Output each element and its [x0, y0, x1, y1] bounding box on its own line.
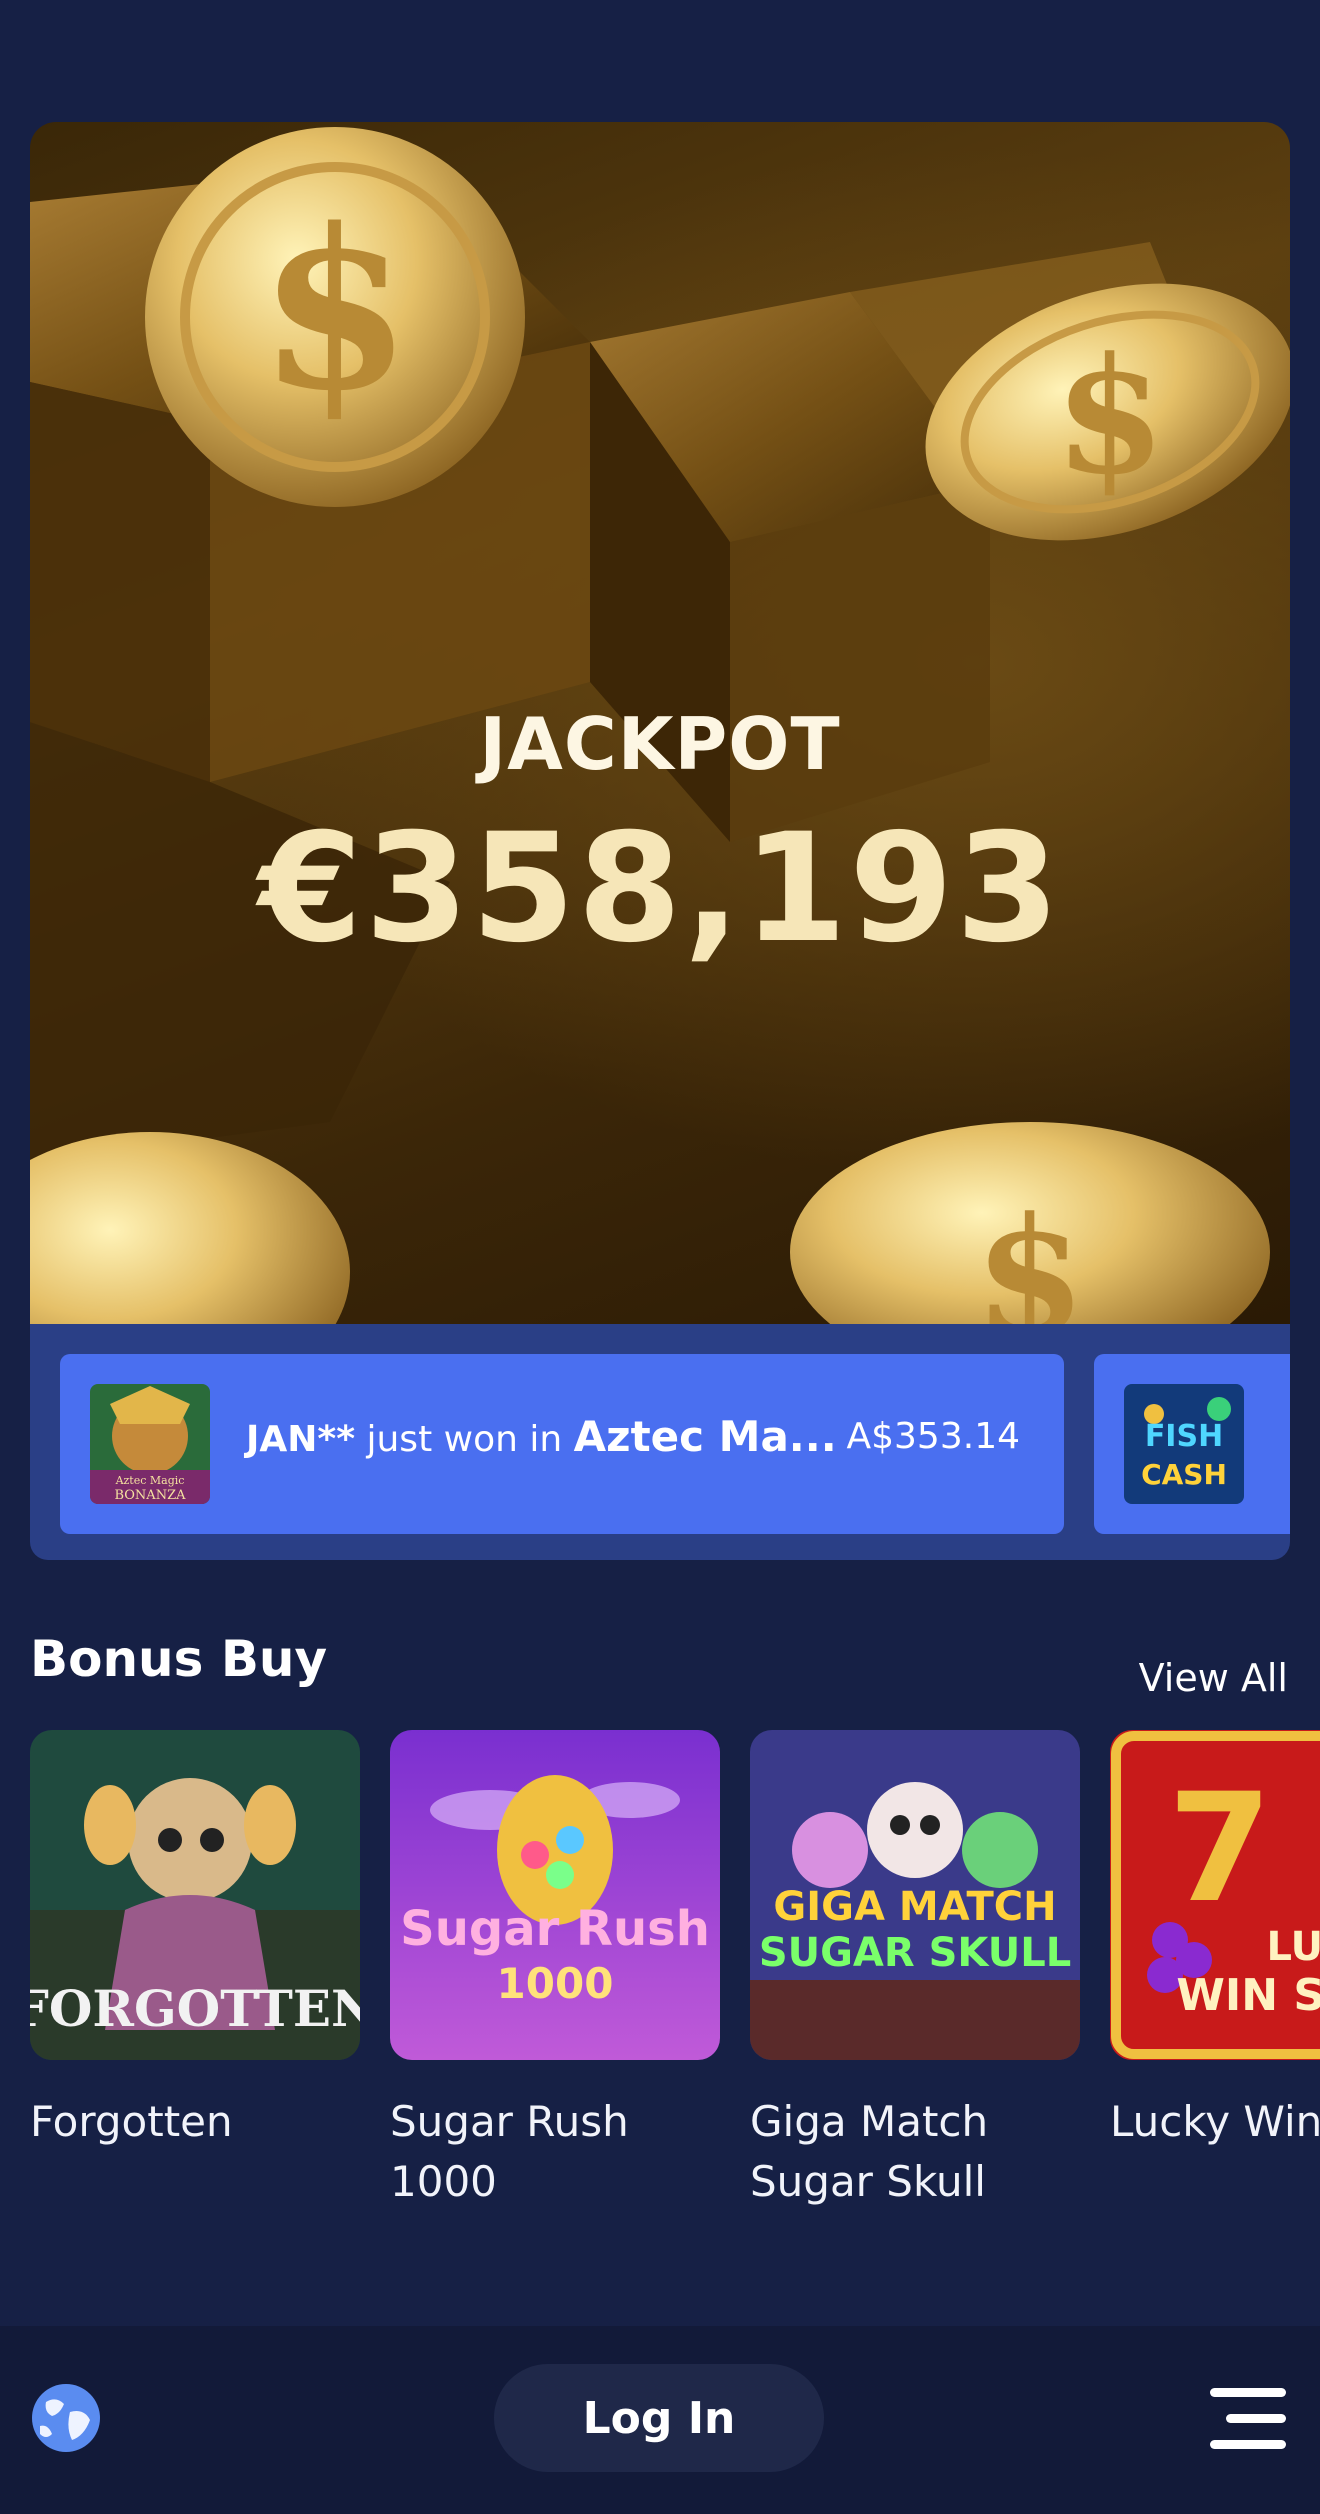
svg-text:$: $: [258, 180, 411, 439]
jackpot-amount: €358,193: [258, 802, 1062, 976]
jackpot-label: JACKPOT: [479, 702, 841, 786]
svg-text:$: $: [974, 1182, 1085, 1324]
winner-amount: A$353.14: [846, 1416, 1021, 1457]
tile-title-1: Sugar Rush: [400, 1901, 710, 1957]
game-tile[interactable]: GIGA MATCH SUGAR SKULL: [750, 1730, 1080, 2060]
view-all-link[interactable]: View All: [1139, 1656, 1288, 1700]
bottom-navigation-bar: Log In: [0, 2326, 1320, 2514]
winner-phrase: just won in: [355, 1419, 574, 1460]
game-tile[interactable]: FORGOTTEN: [30, 1730, 360, 2060]
thumb-caption-1: FISH: [1145, 1419, 1223, 1454]
game-name[interactable]: Forgotten: [30, 2092, 360, 2152]
game-card-forgotten[interactable]: FORGOTTEN Forgotten: [30, 1730, 360, 2152]
page: $ $ $ JACKPOT €358,193 Aztec Magic BONAN…: [0, 0, 1320, 2514]
hamburger-menu-icon[interactable]: [1210, 2382, 1286, 2454]
game-tile[interactable]: 7 LUCK WIN SPI: [1110, 1730, 1320, 2060]
winner-card[interactable]: FISH CASH: [1094, 1354, 1290, 1534]
game-name[interactable]: Sugar Rush 1000: [390, 2092, 720, 2212]
svg-text:$: $: [1054, 322, 1165, 510]
game-name[interactable]: Giga Match Sugar Skull: [750, 2092, 1080, 2212]
winner-game: Aztec Ma...: [573, 1412, 837, 1461]
tile-title: FORGOTTEN: [30, 1979, 360, 2038]
thumb-caption-2: CASH: [1141, 1458, 1227, 1491]
thumb-caption-2: BONANZA: [114, 1488, 186, 1503]
game-card-giga-match-sugar-skull[interactable]: GIGA MATCH SUGAR SKULL Giga Match Sugar …: [750, 1730, 1080, 2212]
tile-title-1: LUCK: [1267, 1924, 1320, 1970]
winner-text: JAN** just won in Aztec Ma...: [246, 1412, 837, 1461]
tile-title-1: GIGA MATCH: [773, 1884, 1056, 1930]
thumb-caption-1: Aztec Magic: [115, 1474, 185, 1487]
tile-title-2: 1000: [497, 1959, 614, 2008]
jackpot-banner[interactable]: $ $ $ JACKPOT €358,193: [30, 122, 1290, 1324]
game-thumbnail: FISH CASH: [1124, 1384, 1244, 1504]
game-card-lucky-win-x[interactable]: 7 LUCK WIN SPI Lucky Win X: [1110, 1730, 1320, 2152]
svg-text:7: 7: [1168, 1762, 1272, 1936]
tile-title-2: SUGAR SKULL: [759, 1930, 1071, 1976]
section-title: Bonus Buy: [30, 1630, 328, 1688]
game-card-sugar-rush-1000[interactable]: Sugar Rush 1000 Sugar Rush 1000: [390, 1730, 720, 2212]
globe-icon[interactable]: [30, 2382, 102, 2454]
recent-winners-ticker[interactable]: Aztec Magic BONANZA JAN** just won in Az…: [30, 1324, 1290, 1560]
winner-user: JAN**: [246, 1419, 356, 1460]
login-button[interactable]: Log In: [494, 2364, 824, 2472]
game-thumbnail: Aztec Magic BONANZA: [90, 1384, 210, 1504]
winner-card[interactable]: Aztec Magic BONANZA JAN** just won in Az…: [60, 1354, 1064, 1534]
game-tile[interactable]: Sugar Rush 1000: [390, 1730, 720, 2060]
game-name[interactable]: Lucky Win X: [1110, 2092, 1320, 2152]
tile-title-2: WIN SPI: [1176, 1970, 1320, 2021]
